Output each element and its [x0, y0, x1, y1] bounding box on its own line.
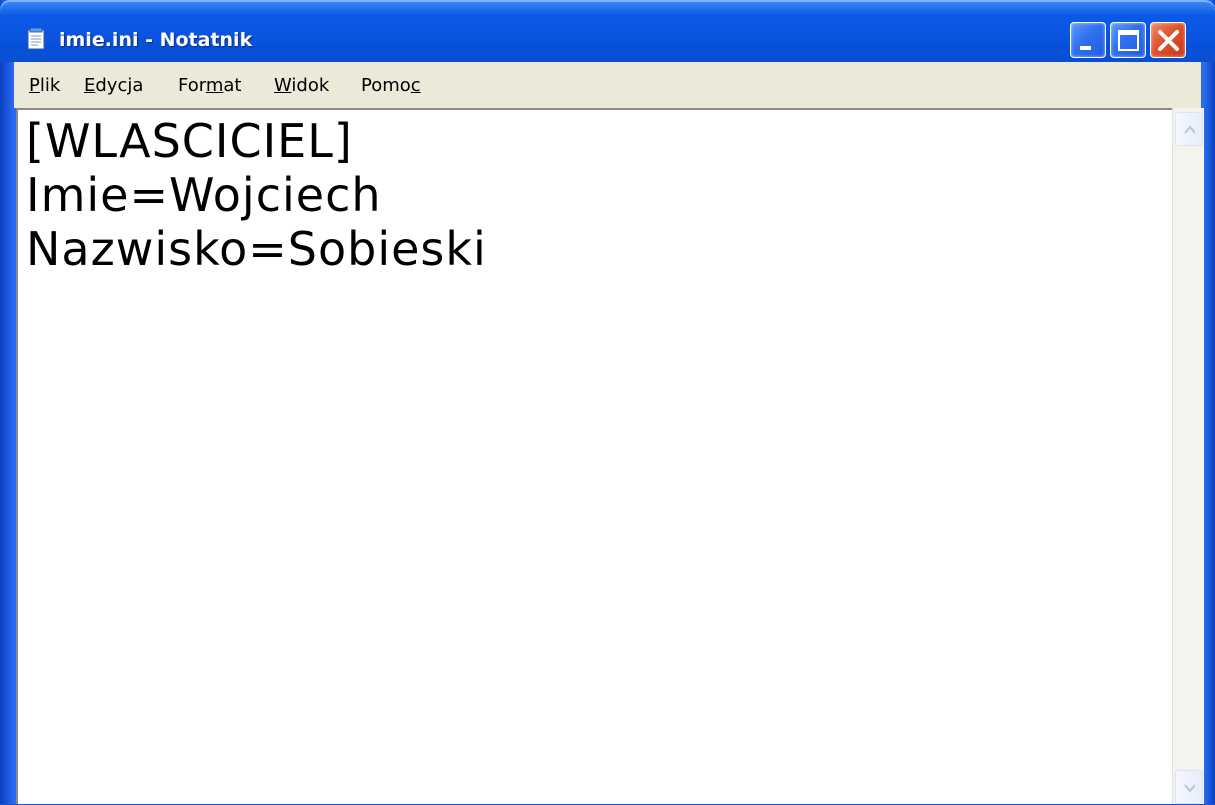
minimize-icon [1080, 46, 1091, 50]
menu-item-widok[interactable]: Widok [274, 75, 329, 96]
chevron-up-icon [1184, 125, 1196, 134]
text-editor-area[interactable]: [WLASCICIEL] Imie=Wojciech Nazwisko=Sobi… [16, 108, 1172, 804]
maximize-icon [1118, 30, 1139, 51]
vertical-scrollbar[interactable] [1172, 108, 1204, 804]
menu-item-edycja[interactable]: Edycja [84, 75, 143, 96]
title-bar[interactable]: imie.ini - Notatnik [0, 0, 1215, 62]
editor-content[interactable]: [WLASCICIEL] Imie=Wojciech Nazwisko=Sobi… [26, 114, 487, 276]
maximize-button[interactable] [1110, 22, 1146, 58]
window-title: imie.ini - Notatnik [59, 29, 253, 51]
notepad-icon[interactable] [27, 27, 47, 50]
close-button[interactable] [1150, 22, 1186, 58]
window-right-border [1204, 62, 1215, 804]
chevron-down-icon [1184, 784, 1196, 793]
scroll-down-button[interactable] [1175, 770, 1203, 804]
close-icon [1158, 30, 1179, 51]
menu-item-plik[interactable]: Plik [29, 75, 60, 96]
menu-item-format[interactable]: Format [178, 75, 241, 96]
menu-bar: Plik Edycja Format Widok Pomoc [14, 62, 1201, 108]
scroll-up-button[interactable] [1175, 112, 1203, 146]
notepad-window: imie.ini - Notatnik Plik Edycja Format W… [0, 0, 1215, 804]
window-left-border [0, 62, 14, 804]
minimize-button[interactable] [1070, 22, 1106, 58]
menu-item-pomoc[interactable]: Pomoc [361, 75, 421, 96]
